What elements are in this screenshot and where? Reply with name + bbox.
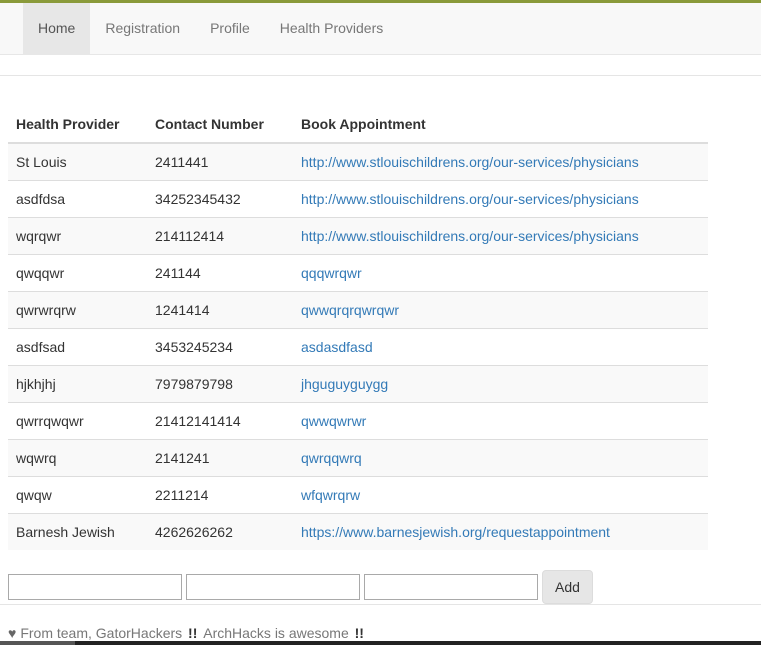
table-row: St Louis 2411441 http://www.stlouischildre… [8,142,708,180]
header-book-appointment: Book Appointment [293,106,708,144]
cell-provider: asdfsad [8,327,147,365]
footer-text-1: From team, [20,625,92,641]
header-health-provider: Health Provider [8,106,147,144]
horizontal-scrollbar[interactable] [0,641,761,645]
footer-team: GatorHackers [95,625,183,641]
cell-appointment-link[interactable]: http://www.stlouischildrens.org/our-serv… [293,179,708,217]
footer-divider [0,604,761,605]
cell-appointment-link[interactable]: http://www.stlouischildrens.org/our-serv… [293,216,708,254]
cell-contact: 3453245234 [147,327,293,365]
provider-name-input[interactable] [8,574,182,600]
cell-appointment-link[interactable]: qwwqrqrqwrqwr [293,290,708,328]
table-row: asdfsad 3453245234 asdasdfasd [8,327,708,365]
cell-contact: 214112414 [147,216,293,254]
footer: ♥ From team, GatorHackers !! ArchHacks i… [8,624,366,642]
cell-provider: hjkhjhj [8,364,147,402]
table-row: qwqqwr 241144 qqqwrqwr [8,253,708,291]
header-contact-number: Contact Number [147,106,293,144]
scrollbar-thumb[interactable] [0,641,75,645]
cell-contact: 7979879798 [147,364,293,402]
cell-provider: qwqqwr [8,253,147,291]
cell-contact: 2211214 [147,475,293,513]
table-row: hjkhjhj 7979879798 jhguguyguygg [8,364,708,402]
table-row: asdfdsa 34252345432 http://www.stlouischil… [8,179,708,217]
add-provider-form: Add [8,570,593,604]
cell-appointment-link[interactable]: wfqwrqrw [293,475,708,513]
nav-item-registration[interactable]: Registration [90,3,195,54]
providers-table: Health Provider Contact Number Book Appo… [8,106,708,550]
cell-contact: 2411441 [147,142,293,180]
footer-bang-1: !! [188,625,198,641]
cell-appointment-link[interactable]: https://www.barnesjewish.org/requestappo… [293,512,708,550]
table-row: wqrqwr 214112414 http://www.stlouischildre… [8,216,708,254]
cell-provider: qwrrqwqwr [8,401,147,439]
cell-appointment-link[interactable]: qwrqqwrq [293,438,708,476]
cell-provider: qwqw [8,475,147,513]
cell-contact: 34252345432 [147,179,293,217]
nav-item-home[interactable]: Home [23,3,91,54]
cell-appointment-link[interactable]: http://www.stlouischildrens.org/our-serv… [293,142,708,180]
nav-item-health-providers[interactable]: Health Providers [265,3,399,54]
cell-provider: asdfdsa [8,179,147,217]
divider [0,75,761,76]
navbar: Home Registration Profile Health Provide… [0,3,761,55]
footer-text-2: ArchHacks is awesome [203,625,349,641]
cell-contact: 2141241 [147,438,293,476]
nav-item-profile[interactable]: Profile [195,3,265,54]
cell-appointment-link[interactable]: qwwqwrwr [293,401,708,439]
cell-provider: wqwrq [8,438,147,476]
table-row: wqwrq 2141241 qwrqqwrq [8,438,708,476]
table-body: St Louis 2411441 http://www.stlouischildre… [8,142,708,550]
table-row: qwrwrqrw 1241414 qwwqrqrqwrqwr [8,290,708,328]
cell-provider: Barnesh Jewish [8,512,147,550]
cell-appointment-link[interactable]: qqqwrqwr [293,253,708,291]
cell-provider: St Louis [8,142,147,180]
contact-number-input[interactable] [186,574,360,600]
cell-contact: 241144 [147,253,293,291]
cell-appointment-link[interactable]: jhguguyguygg [293,364,708,402]
table-header-row: Health Provider Contact Number Book Appo… [8,106,708,144]
cell-contact: 1241414 [147,290,293,328]
cell-contact: 4262626262 [147,512,293,550]
cell-provider: qwrwrqrw [8,290,147,328]
table-row: Barnesh Jewish 4262626262 https://www.barn… [8,512,708,550]
table-row: qwrrqwqwr 21412141414 qwwqwrwr [8,401,708,439]
footer-bang-2: !! [354,625,364,641]
nav-menu: Home Registration Profile Health Provide… [23,3,398,54]
heart-icon: ♥ [8,625,17,641]
add-button[interactable]: Add [542,570,593,604]
table-row: qwqw 2211214 wfqwrqrw [8,475,708,513]
cell-appointment-link[interactable]: asdasdfasd [293,327,708,365]
cell-provider: wqrqwr [8,216,147,254]
appointment-link-input[interactable] [364,574,538,600]
cell-contact: 21412141414 [147,401,293,439]
